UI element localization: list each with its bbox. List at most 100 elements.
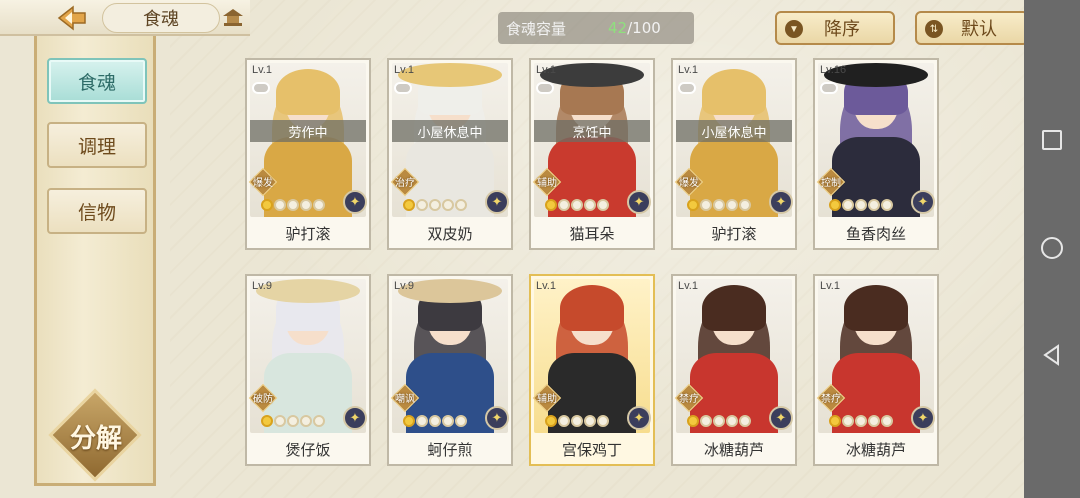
star-icon bbox=[739, 415, 751, 427]
star-rating bbox=[545, 415, 609, 429]
food-soul-card[interactable]: Lv.1 禁疗 ✦ 冰糖葫芦 bbox=[671, 274, 797, 466]
decompose-button[interactable]: 分解 bbox=[48, 388, 142, 482]
star-icon bbox=[713, 199, 725, 211]
star-icon bbox=[442, 199, 454, 211]
star-icon bbox=[829, 415, 841, 427]
sidebar-item-tokens[interactable]: 信物 bbox=[47, 188, 147, 234]
star-icon bbox=[416, 199, 428, 211]
star-icon bbox=[868, 415, 880, 427]
star-rating bbox=[829, 199, 893, 213]
back-button[interactable] bbox=[44, 4, 100, 32]
star-icon bbox=[300, 199, 312, 211]
back-arrow-icon bbox=[57, 5, 86, 31]
star-icon bbox=[403, 199, 415, 211]
chat-bubble-icon bbox=[394, 82, 412, 94]
star-icon bbox=[416, 415, 428, 427]
food-soul-card[interactable]: Lv.1 辅助 ✦ 宫保鸡丁 bbox=[529, 274, 655, 466]
sidebar-item-seasoning[interactable]: 调理 bbox=[47, 122, 147, 168]
role-label: 治疗 bbox=[395, 178, 415, 189]
star-icon bbox=[829, 199, 841, 211]
back-triangle-icon[interactable] bbox=[1040, 343, 1064, 367]
character-name: 双皮奶 bbox=[427, 225, 473, 243]
role-label: 爆发 bbox=[679, 178, 699, 189]
food-soul-card[interactable]: Lv.1 小屋休息中 爆发 ✦ 驴打滚 bbox=[671, 58, 797, 250]
home-icon[interactable] bbox=[1041, 237, 1063, 259]
role-badge: 爆发 bbox=[247, 166, 279, 198]
default-filter-label: 默认 bbox=[961, 19, 997, 39]
star-icon bbox=[261, 415, 273, 427]
star-icon bbox=[545, 415, 557, 427]
role-label: 控制 bbox=[821, 178, 841, 189]
status-badge: 小屋休息中 bbox=[676, 120, 792, 142]
level-label: Lv.9 bbox=[394, 280, 414, 292]
status-badge: 烹饪中 bbox=[534, 120, 650, 142]
character-hair bbox=[276, 69, 340, 115]
character-name: 宫保鸡丁 bbox=[561, 441, 622, 459]
star-icon bbox=[287, 415, 299, 427]
sidebar-item-food-souls[interactable]: 食魂 bbox=[47, 58, 147, 104]
pagoda-icon bbox=[223, 9, 243, 26]
decompose-label: 分解 bbox=[69, 423, 122, 453]
level-label: Lv.1 bbox=[678, 64, 698, 76]
role-label: 辅助 bbox=[537, 394, 557, 405]
food-soul-card[interactable]: Lv.16 控制 ✦ 鱼香肉丝 bbox=[813, 58, 939, 250]
star-icon bbox=[261, 199, 273, 211]
star-rating bbox=[403, 415, 467, 429]
star-icon bbox=[687, 199, 699, 211]
chat-bubble-icon bbox=[820, 82, 838, 94]
level-label: Lv.1 bbox=[678, 280, 698, 292]
food-soul-card[interactable]: Lv.1 烹饪中 辅助 ✦ 猫耳朵 bbox=[529, 58, 655, 250]
system-nav-bar bbox=[1024, 0, 1080, 498]
level-label: Lv.9 bbox=[252, 280, 272, 292]
role-label: 禁疗 bbox=[679, 394, 699, 405]
role-badge: 辅助 bbox=[531, 382, 563, 414]
food-soul-card[interactable]: Lv.1 禁疗 ✦ 冰糖葫芦 bbox=[813, 274, 939, 466]
star-rating bbox=[545, 199, 609, 213]
food-soul-card[interactable]: Lv.9 破防 ✦ 煲仔饭 bbox=[245, 274, 371, 466]
star-icon bbox=[739, 199, 751, 211]
character-hair bbox=[702, 69, 766, 115]
sort-down-icon: ▼ bbox=[785, 20, 803, 38]
star-icon bbox=[726, 415, 738, 427]
food-soul-card[interactable]: Lv.1 劳作中 爆发 ✦ 驴打滚 bbox=[245, 58, 371, 250]
recent-apps-icon[interactable] bbox=[1042, 130, 1062, 150]
star-icon bbox=[287, 199, 299, 211]
role-label: 破防 bbox=[253, 394, 273, 405]
star-icon bbox=[429, 199, 441, 211]
sort-order-button[interactable]: ▼ 降序 bbox=[775, 11, 895, 45]
food-soul-card[interactable]: Lv.1 小屋休息中 治疗 ✦ 双皮奶 bbox=[387, 58, 513, 250]
star-rating bbox=[687, 415, 751, 429]
star-icon bbox=[584, 415, 596, 427]
star-rating bbox=[403, 199, 467, 213]
character-hair bbox=[844, 285, 908, 331]
star-icon bbox=[726, 199, 738, 211]
role-badge: 治疗 bbox=[389, 166, 421, 198]
star-icon bbox=[558, 415, 570, 427]
default-filter-button[interactable]: ⇅ 默认 bbox=[915, 11, 1029, 45]
character-name: 煲仔饭 bbox=[285, 441, 331, 459]
character-name: 冰糖葫芦 bbox=[703, 441, 764, 459]
role-badge: 控制 bbox=[815, 166, 847, 198]
page-title: 食魂 bbox=[102, 3, 220, 33]
character-hair bbox=[702, 285, 766, 331]
star-icon bbox=[597, 415, 609, 427]
food-soul-card[interactable]: Lv.9 嘲讽 ✦ 蚵仔煎 bbox=[387, 274, 513, 466]
role-label: 嘲讽 bbox=[395, 394, 415, 405]
star-icon bbox=[429, 415, 441, 427]
character-name: 驴打滚 bbox=[285, 225, 331, 243]
element-icon: ✦ bbox=[485, 406, 509, 430]
star-icon bbox=[558, 199, 570, 211]
star-icon bbox=[313, 415, 325, 427]
star-icon bbox=[274, 415, 286, 427]
level-label: Lv.1 bbox=[536, 280, 556, 292]
star-icon bbox=[571, 199, 583, 211]
sort-order-label: 降序 bbox=[824, 19, 860, 39]
star-icon bbox=[274, 199, 286, 211]
chat-bubble-icon bbox=[252, 82, 270, 94]
capacity-current: 42 bbox=[608, 19, 628, 37]
role-label: 辅助 bbox=[537, 178, 557, 189]
star-icon bbox=[442, 415, 454, 427]
character-hair bbox=[560, 285, 624, 331]
star-icon bbox=[545, 199, 557, 211]
star-rating bbox=[687, 199, 751, 213]
